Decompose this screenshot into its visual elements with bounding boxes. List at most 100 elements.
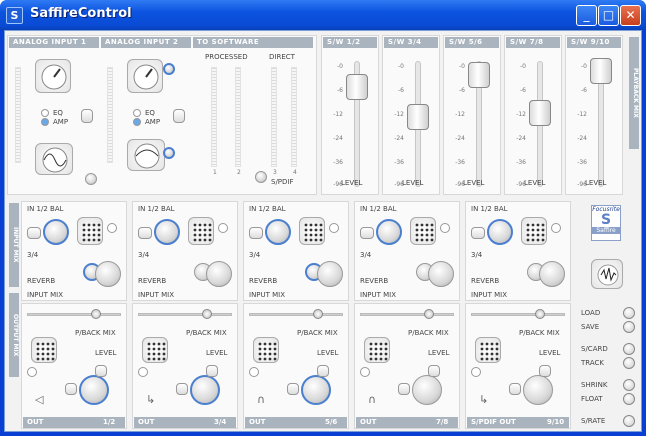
strip-2-input-knob[interactable] <box>154 219 180 245</box>
strip-4-c-button[interactable] <box>440 223 450 233</box>
strip-5-c-button[interactable] <box>551 223 561 233</box>
input2-eq-led[interactable] <box>163 147 175 159</box>
strip-4-output-matrix[interactable] <box>364 337 390 363</box>
reverb-master-button[interactable] <box>591 259 623 289</box>
maximize-button[interactable]: □ <box>598 5 619 26</box>
strip-4-mix-slider[interactable] <box>360 313 454 316</box>
strip-4-output-section <box>354 303 460 429</box>
input2-meter <box>107 67 113 163</box>
input2-toggle-button[interactable] <box>173 109 185 123</box>
strip-4-mute-button[interactable] <box>398 383 410 395</box>
strip-2-mute-button[interactable] <box>176 383 188 395</box>
strip-4-pan-button[interactable] <box>360 227 374 239</box>
input1-link-knob[interactable] <box>85 173 97 185</box>
strip-1-mix-slider[interactable] <box>27 313 121 316</box>
strip-5-out-label: S/PDIF OUT <box>471 418 516 426</box>
strip-2-c-button[interactable] <box>218 223 228 233</box>
input2-amp-radio[interactable] <box>133 118 141 126</box>
fader-3-handle[interactable] <box>468 62 490 88</box>
strip-3-mix-slider[interactable] <box>249 313 343 316</box>
strip-5-output-matrix[interactable] <box>475 337 501 363</box>
float-button[interactable] <box>623 393 635 405</box>
input1-eq-radio[interactable] <box>41 109 49 117</box>
input1-eq-display[interactable] <box>35 143 73 175</box>
strip-1-reverb-send-knob[interactable] <box>95 261 121 287</box>
input1-toggle-button[interactable] <box>81 109 93 123</box>
strip-5-mix-slider-knob[interactable] <box>535 309 545 319</box>
strip-2-reverb-send-knob[interactable] <box>206 261 232 287</box>
strip-2-output-matrix[interactable] <box>142 337 168 363</box>
strip-2-matrix-button[interactable] <box>188 217 214 245</box>
strip-4-dim-button[interactable] <box>428 365 440 377</box>
strip-5-reverb-send-knob[interactable] <box>539 261 565 287</box>
strip-3-dim-button[interactable] <box>317 365 329 377</box>
close-button[interactable]: ✕ <box>620 5 641 26</box>
strip-5-mix-slider[interactable] <box>471 313 565 316</box>
title-bar[interactable]: S SaffireControl _ □ ✕ <box>0 0 646 30</box>
strip-1-c2-button[interactable] <box>27 367 37 377</box>
strip-2-pan-button[interactable] <box>138 227 152 239</box>
strip-3-mix-slider-knob[interactable] <box>313 309 323 319</box>
strip-2-mix-slider[interactable] <box>138 313 232 316</box>
strip-5-matrix-button[interactable] <box>521 217 547 245</box>
saffire-app-icon: S <box>6 7 23 24</box>
spdif-toggle[interactable] <box>255 171 267 183</box>
strip-5-input-knob[interactable] <box>487 219 513 245</box>
fader-2-handle[interactable] <box>407 104 429 130</box>
strip-1-mix-slider-knob[interactable] <box>91 309 101 319</box>
strip-3-pan-button[interactable] <box>249 227 263 239</box>
srate-button[interactable] <box>623 415 635 427</box>
strip-2-mix-slider-knob[interactable] <box>202 309 212 319</box>
strip-3-input-knob[interactable] <box>265 219 291 245</box>
input2-gain-led[interactable] <box>163 63 175 75</box>
input2-eq-radio[interactable] <box>133 109 141 117</box>
strip-3-reverb-send-knob[interactable] <box>317 261 343 287</box>
fader-4-handle[interactable] <box>529 100 551 126</box>
strip-5-pan-button[interactable] <box>471 227 485 239</box>
strip-5-dim-button[interactable] <box>539 365 551 377</box>
to-software-header: TO SOFTWARE <box>193 37 313 48</box>
strip-1-dim-button[interactable] <box>95 365 107 377</box>
strip-4-reverb-send-knob[interactable] <box>428 261 454 287</box>
strip-2-c2-button[interactable] <box>138 367 148 377</box>
scard-button[interactable] <box>623 343 635 355</box>
strip-1-mute-button[interactable] <box>65 383 77 395</box>
strip-1-pan-button[interactable] <box>27 227 41 239</box>
strip-5-sub-label: 3/4 <box>471 251 483 259</box>
strip-4-level-knob[interactable] <box>412 375 442 405</box>
save-button[interactable] <box>623 321 635 333</box>
strip-3-c-button[interactable] <box>329 223 339 233</box>
strip-3-matrix-button[interactable] <box>299 217 325 245</box>
input2-gain-knob[interactable] <box>127 59 163 93</box>
strip-1-input-knob[interactable] <box>43 219 69 245</box>
strip-1-matrix-button[interactable] <box>77 217 103 245</box>
fader-5-handle[interactable] <box>590 58 612 84</box>
spdif-label: S/PDIF <box>271 178 294 186</box>
strip-3-level-knob[interactable] <box>301 375 331 405</box>
input2-eq-display[interactable] <box>127 139 165 171</box>
strip-2-level-knob[interactable] <box>190 375 220 405</box>
strip-1-level-knob[interactable] <box>79 375 109 405</box>
strip-5-mute-button[interactable] <box>509 383 521 395</box>
strip-4-out-label: OUT <box>360 418 377 426</box>
input1-amp-radio[interactable] <box>41 118 49 126</box>
strip-1-output-matrix[interactable] <box>31 337 57 363</box>
strip-3-c2-button[interactable] <box>249 367 259 377</box>
strip-2-dim-button[interactable] <box>206 365 218 377</box>
strip-3-output-matrix[interactable] <box>253 337 279 363</box>
strip-4-matrix-button[interactable] <box>410 217 436 245</box>
shrink-button[interactable] <box>623 379 635 391</box>
strip-5-c2-button[interactable] <box>471 367 481 377</box>
strip-4-c2-button[interactable] <box>360 367 370 377</box>
strip-4-mix-slider-knob[interactable] <box>424 309 434 319</box>
track-button[interactable] <box>623 357 635 369</box>
strip-3-mute-button[interactable] <box>287 383 299 395</box>
strip-4-input-knob[interactable] <box>376 219 402 245</box>
minimize-button[interactable]: _ <box>576 5 597 26</box>
strip-5-level-knob[interactable] <box>523 375 553 405</box>
load-button[interactable] <box>623 307 635 319</box>
input1-gain-knob[interactable] <box>35 59 71 93</box>
fader-1-handle[interactable] <box>346 74 368 100</box>
matrix-icon <box>147 342 166 361</box>
strip-1-c-button[interactable] <box>107 223 117 233</box>
